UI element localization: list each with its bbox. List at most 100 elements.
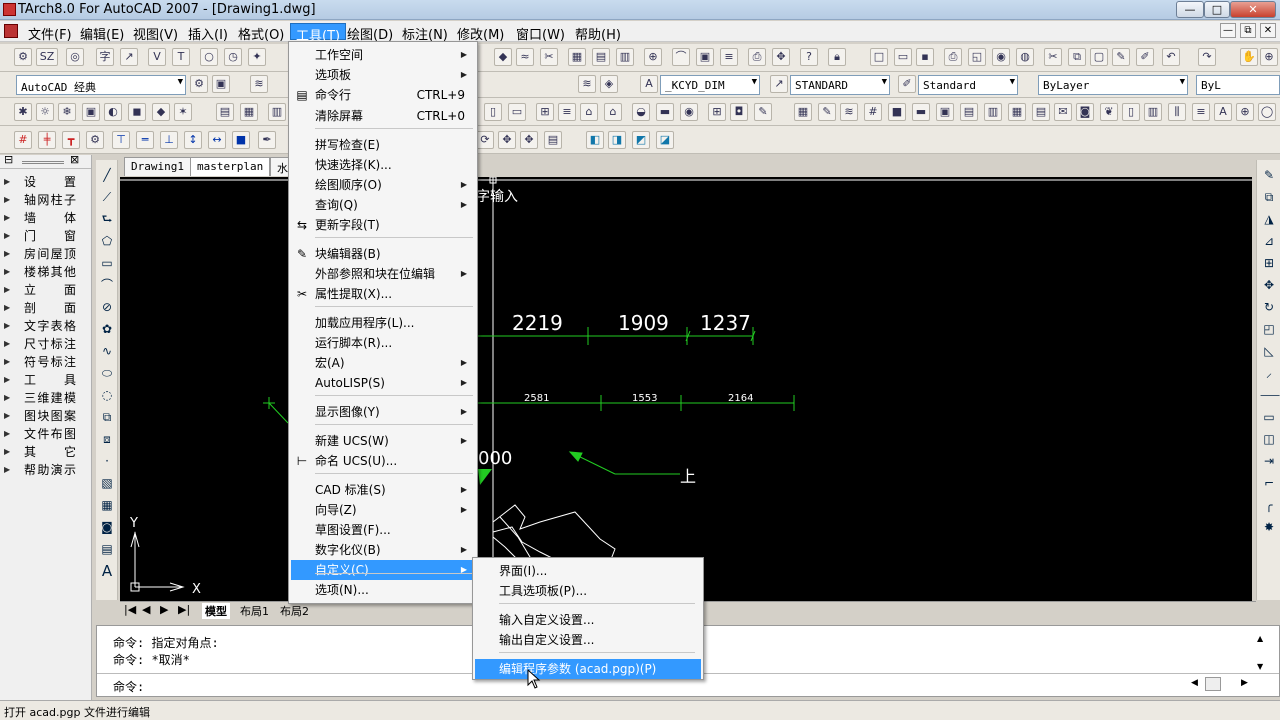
wave-icon[interactable]: ≈ bbox=[516, 48, 534, 66]
freeze-icon[interactable]: ❄ bbox=[58, 103, 76, 121]
brush-arch-icon[interactable]: ✎ bbox=[754, 103, 772, 121]
scroll-thumb[interactable] bbox=[1205, 677, 1221, 691]
prev-tab-button[interactable]: ◀ bbox=[142, 603, 150, 616]
tools-menu-item[interactable]: CAD 标准(S) ▶ bbox=[291, 480, 475, 500]
bed-icon[interactable]: ▬ bbox=[656, 103, 674, 121]
scale-icon[interactable]: ◰ bbox=[1260, 320, 1278, 338]
ellipse-arc-icon[interactable]: ◌ bbox=[98, 386, 116, 404]
erase-icon[interactable]: ✎ bbox=[1260, 166, 1278, 184]
table-icon[interactable]: ▤ bbox=[592, 48, 610, 66]
align-top-icon[interactable]: ⊤ bbox=[112, 131, 130, 149]
tools-menu-item[interactable]: 查询(Q) ▶ bbox=[291, 195, 475, 215]
explode-icon[interactable]: ✸ bbox=[1260, 518, 1278, 536]
menu-insert[interactable]: 插入(I) bbox=[183, 23, 233, 43]
tile-icon[interactable]: ⊞ bbox=[708, 103, 726, 121]
screen-menu-item[interactable]: ▶ 工 具 bbox=[0, 371, 91, 389]
construction-line-icon[interactable]: ⟋ bbox=[98, 188, 116, 206]
chamfer-icon[interactable]: ⌐ bbox=[1260, 474, 1278, 492]
lock-layer-icon[interactable]: ▣ bbox=[82, 103, 100, 121]
pan-icon[interactable]: ✥ bbox=[772, 48, 790, 66]
circle-draw-icon[interactable]: ⊘ bbox=[98, 298, 116, 316]
sz-button[interactable]: SZ bbox=[36, 48, 58, 66]
break-point-icon[interactable]: ▭ bbox=[1260, 408, 1278, 426]
scroll-right-icon[interactable]: ▶ bbox=[1241, 678, 1248, 688]
first-tab-button[interactable]: |◀ bbox=[124, 603, 136, 616]
screen-menu-item[interactable]: ▶ 文字表格 bbox=[0, 317, 91, 335]
arch-stair-icon[interactable]: ⌂ bbox=[580, 103, 598, 121]
arrow-text-icon[interactable]: ↗ bbox=[120, 48, 138, 66]
vertical-text-icon[interactable]: Ⅴ bbox=[148, 48, 166, 66]
workspace-settings-icon[interactable]: ⚙ bbox=[190, 75, 208, 93]
screen-menu-item[interactable]: ▶ 图块图案 bbox=[0, 407, 91, 425]
screen-menu-item[interactable]: ▶ 剖 面 bbox=[0, 299, 91, 317]
tools-menu-item[interactable]: 绘图顺序(O) ▶ bbox=[291, 175, 475, 195]
join-icon[interactable]: ⇥ bbox=[1260, 452, 1278, 470]
screen-menu-item[interactable]: ▶ 文件布图 bbox=[0, 425, 91, 443]
tools-menu-item[interactable]: 清除屏幕 CTRL+0 bbox=[291, 106, 475, 126]
customize-menu-item[interactable]: 输入自定义设置... bbox=[475, 610, 701, 630]
line-tool-icon[interactable]: ═ bbox=[136, 131, 154, 149]
window-tool-icon[interactable]: ▭ bbox=[508, 103, 526, 121]
screen-menu-item[interactable]: ▶ 其 它 bbox=[0, 443, 91, 461]
menu-file[interactable]: 文件(F) bbox=[23, 23, 77, 43]
tools-menu-item[interactable]: 选项(N)... bbox=[291, 580, 475, 600]
move-all-icon[interactable]: ✥ bbox=[520, 131, 538, 149]
tools-menu-item[interactable]: 宏(A) ▶ bbox=[291, 353, 475, 373]
menu-window[interactable]: 窗口(W) bbox=[511, 23, 570, 43]
mdi-restore-button[interactable]: ⧉ bbox=[1240, 23, 1256, 38]
rectangle-icon[interactable]: ▭ bbox=[98, 254, 116, 272]
door-icon[interactable]: ▯ bbox=[484, 103, 502, 121]
scissor-tool-icon[interactable]: ✂ bbox=[540, 48, 558, 66]
stair-icon[interactable]: ≡ bbox=[720, 48, 738, 66]
table-arch-icon[interactable]: ▦ bbox=[794, 103, 812, 121]
rotate-tool-icon[interactable]: ⟳ bbox=[476, 131, 494, 149]
sheet-icon[interactable]: ▥ bbox=[616, 48, 634, 66]
tools-menu-item[interactable]: ⊢ 命名 UCS(U)... bbox=[291, 451, 475, 471]
tools-menu-item[interactable]: 草图设置(F)... bbox=[291, 520, 475, 540]
paint-icon[interactable]: ◆ bbox=[494, 48, 512, 66]
menu-edit[interactable]: 编辑(E) bbox=[75, 23, 129, 43]
font-size-icon[interactable]: T bbox=[172, 48, 190, 66]
ellipse-icon[interactable]: ⬭ bbox=[98, 364, 116, 382]
menu-modify[interactable]: 修改(M) bbox=[452, 23, 509, 43]
mirror-icon[interactable]: ◮ bbox=[1260, 210, 1278, 228]
design-center-icon[interactable]: ▥ bbox=[268, 103, 286, 121]
insert-block-icon[interactable]: ⧉ bbox=[98, 408, 116, 426]
publish-icon[interactable]: ◉ bbox=[992, 48, 1010, 66]
move-icon[interactable]: ✥ bbox=[498, 131, 516, 149]
rotate-icon[interactable]: ↻ bbox=[1260, 298, 1278, 316]
extend-icon[interactable]: ⸺ bbox=[1260, 386, 1280, 404]
tools-menu-item[interactable]: 自定义(C) ▶ bbox=[291, 560, 475, 580]
curve-icon[interactable]: ⌒ bbox=[672, 48, 690, 66]
color-select[interactable]: ByLayer ▼ bbox=[1038, 75, 1188, 95]
globe-icon[interactable]: ◍ bbox=[1016, 48, 1034, 66]
print-layer-icon[interactable]: ◐ bbox=[104, 103, 122, 121]
layer-prev-icon[interactable]: ≋ bbox=[578, 75, 596, 93]
region-icon[interactable]: ◙ bbox=[98, 518, 116, 536]
arch-house-icon[interactable]: ⌂ bbox=[604, 103, 622, 121]
hatch-icon[interactable]: ▧ bbox=[98, 474, 116, 492]
screen-menu-item[interactable]: ▶ 轴网柱子 bbox=[0, 191, 91, 209]
frame-icon[interactable]: ◘ bbox=[730, 103, 748, 121]
screen-menu-item[interactable]: ▶ 三维建模 bbox=[0, 389, 91, 407]
tools-menu-item[interactable]: ✂ 属性提取(X)... bbox=[291, 284, 475, 304]
draworder-above-icon[interactable]: ◩ bbox=[632, 131, 650, 149]
screen-menu-item[interactable]: ▶ 墙 体 bbox=[0, 209, 91, 227]
screen-menu-item[interactable]: ▶ 帮助演示 bbox=[0, 461, 91, 479]
offset-icon[interactable]: ⊿ bbox=[1260, 232, 1278, 250]
textstyle-select[interactable]: STANDARD ▼ bbox=[790, 75, 890, 95]
redo-icon[interactable]: ↷ bbox=[1198, 48, 1216, 66]
print-icon[interactable]: ⎙ bbox=[748, 48, 766, 66]
revcloud-icon[interactable]: ✿ bbox=[98, 320, 116, 338]
gradient-icon[interactable]: ▦ bbox=[98, 496, 116, 514]
leaf-icon[interactable]: ❦ bbox=[1100, 103, 1118, 121]
clock-icon[interactable]: ◷ bbox=[224, 48, 242, 66]
grid-icon[interactable]: ▦ bbox=[568, 48, 586, 66]
red-col-icon[interactable]: ▥ bbox=[984, 103, 1002, 121]
menu-view[interactable]: 视图(V) bbox=[128, 23, 183, 43]
layer-walk-icon[interactable]: ◆ bbox=[152, 103, 170, 121]
pen-text-icon[interactable]: ✒ bbox=[258, 131, 276, 149]
mail-icon[interactable]: ✉ bbox=[1054, 103, 1072, 121]
mdi-minimize-button[interactable]: — bbox=[1220, 23, 1236, 38]
brush-icon[interactable]: ✎ bbox=[1112, 48, 1130, 66]
